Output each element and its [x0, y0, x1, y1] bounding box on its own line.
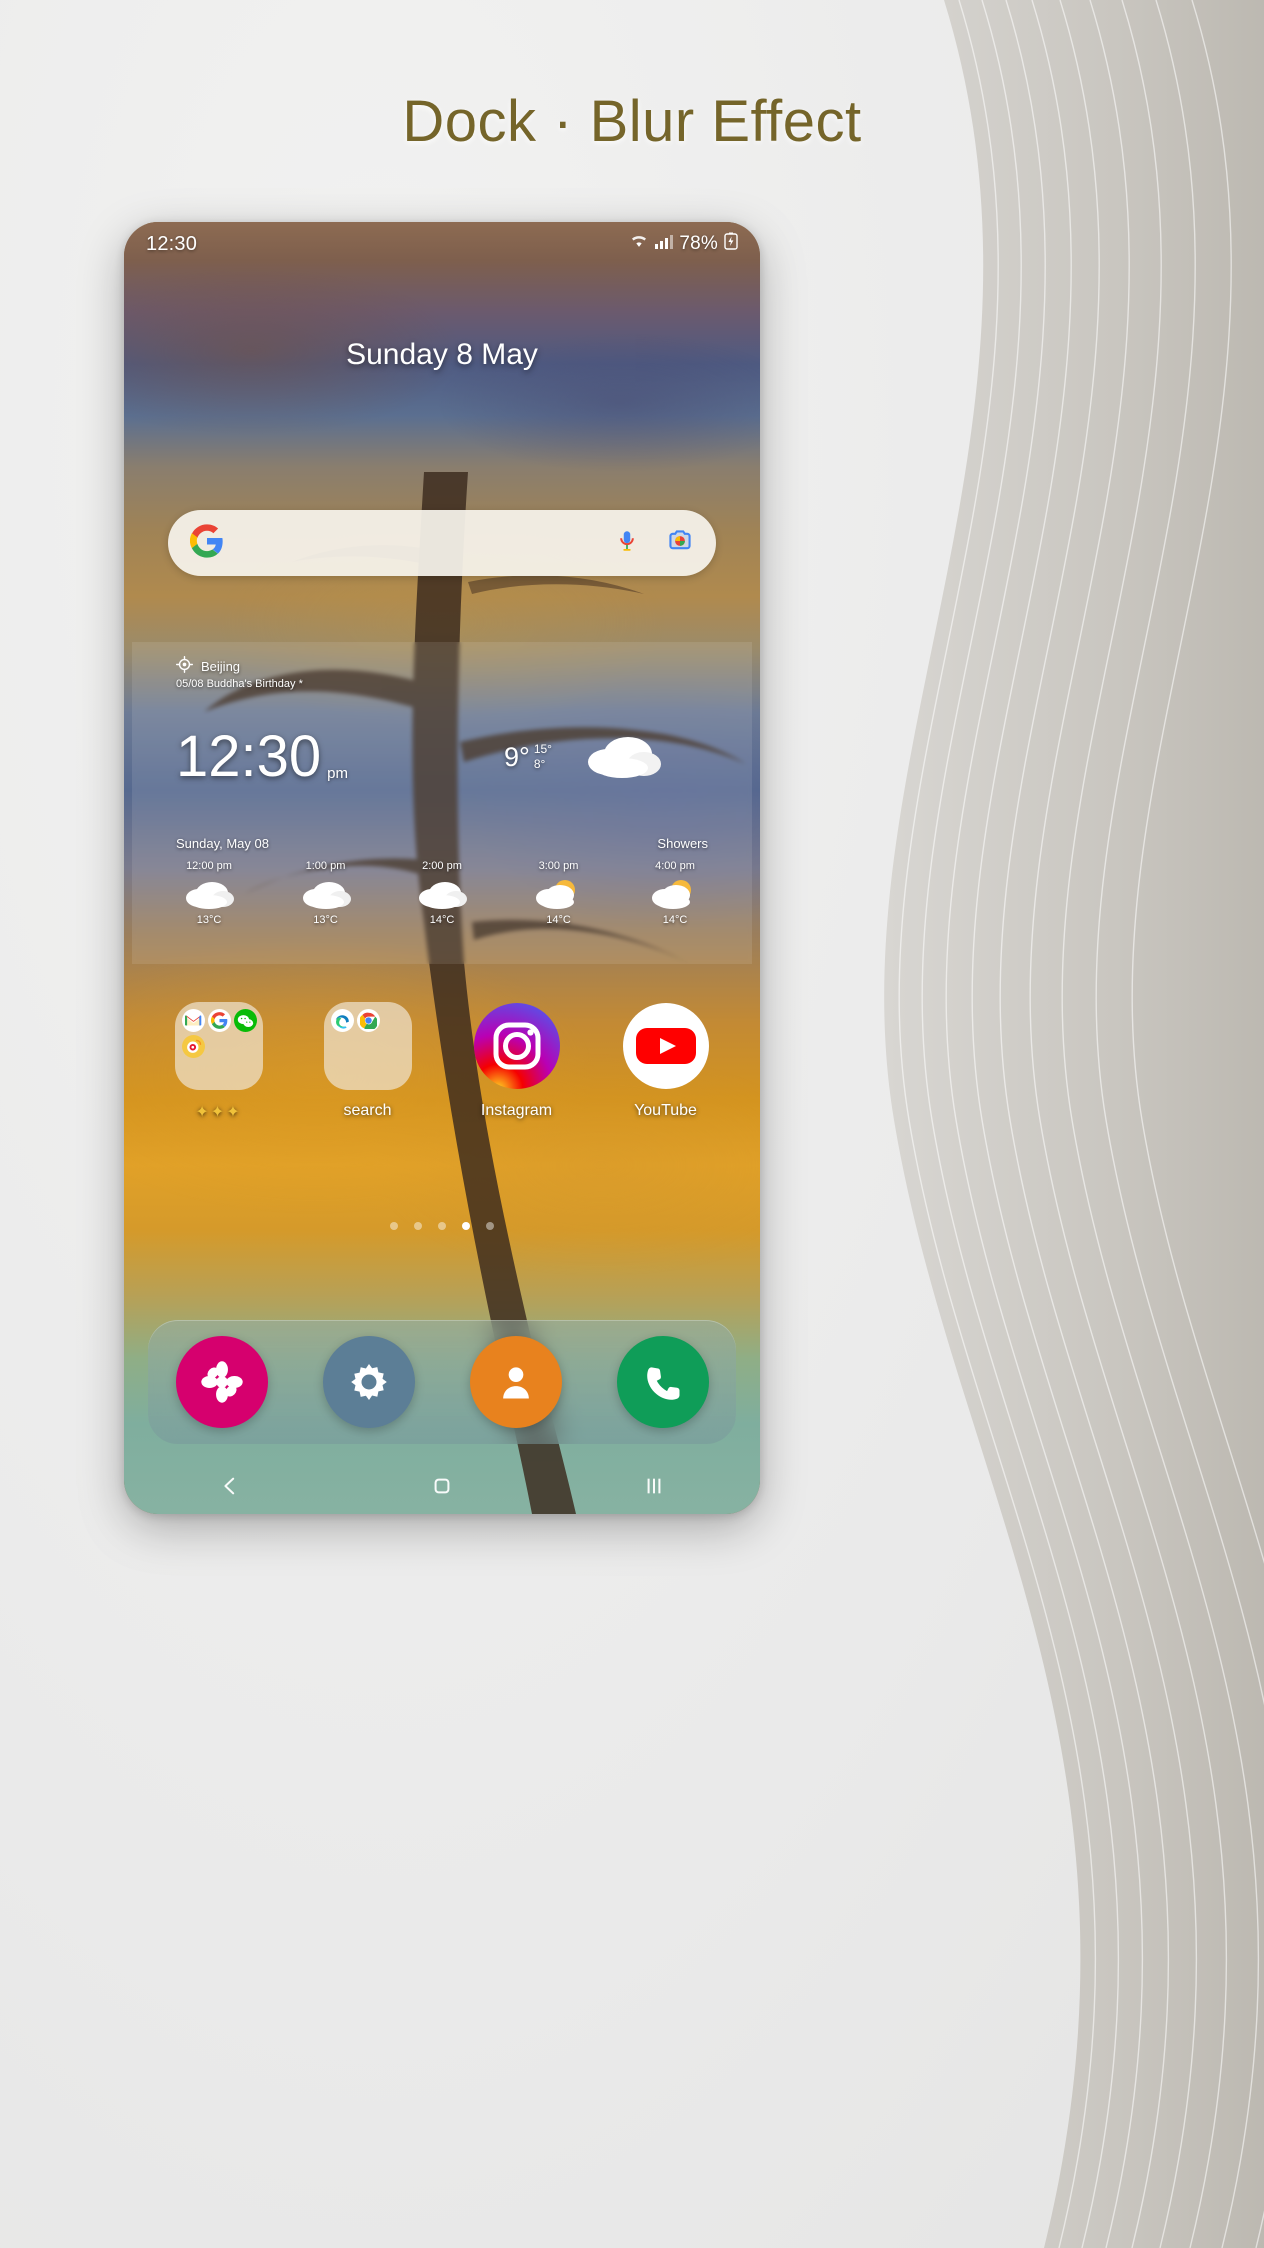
youtube-icon[interactable]: [622, 1002, 710, 1090]
hourly-item: 3:00 pm 14°C: [504, 860, 614, 926]
folder-preview[interactable]: [323, 1002, 412, 1090]
sun-cloud-icon: [504, 872, 614, 914]
hourly-temp: 14°C: [429, 914, 455, 926]
battery-percent-label: 78%: [679, 233, 718, 254]
widget-location-label: Beijing: [201, 658, 241, 674]
widget-subtitle: 05/08 Buddha's Birthday *: [176, 678, 303, 690]
decorative-swirl: [744, 0, 1264, 2248]
hourly-item: 1:00 pm 13°C: [271, 860, 381, 926]
page-dot[interactable]: [486, 1222, 494, 1230]
navigation-bar: [124, 1458, 760, 1514]
app-folder-search[interactable]: search: [300, 1002, 436, 1120]
hourly-time: 3:00 pm: [538, 860, 579, 872]
widget-current-temp: 9°: [504, 742, 530, 772]
weather-clock-widget[interactable]: Beijing 05/08 Buddha's Birthday * 12:30 …: [132, 642, 752, 964]
google-g-icon: [190, 523, 224, 563]
back-button[interactable]: [219, 1475, 241, 1497]
google-search-bar[interactable]: [168, 510, 716, 576]
hourly-time: 1:00 pm: [305, 860, 346, 872]
hourly-temp: 13°C: [196, 914, 222, 926]
hourly-temp: 14°C: [546, 914, 571, 926]
weibo-icon: [181, 1035, 205, 1058]
dock: [148, 1320, 736, 1444]
widget-clock-time: 12:30: [176, 724, 322, 789]
edge-icon: [330, 1009, 354, 1032]
widget-temperature: 9° 15° 8°: [504, 742, 552, 773]
page-title: Dock · Blur Effect: [402, 89, 862, 154]
cloud-icon: [271, 872, 381, 914]
gmail-icon: [181, 1009, 205, 1032]
hourly-item: 4:00 pm 14°C: [620, 860, 730, 926]
hourly-temp: 13°C: [313, 914, 338, 926]
wechat-icon: [233, 1009, 257, 1032]
hourly-time: 2:00 pm: [422, 860, 462, 872]
page-dot[interactable]: [390, 1222, 398, 1230]
google-icon: [207, 1009, 231, 1032]
hourly-forecast-row: 12:00 pm 13°C 1:00 pm 13°C 2:00 pm 14°C: [154, 860, 730, 926]
hourly-item: 2:00 pm 14°C: [387, 860, 497, 926]
chrome-icon: [356, 1009, 380, 1032]
app-label: ✦✦✦: [195, 1104, 242, 1121]
app-instagram[interactable]: Instagram: [449, 1002, 585, 1120]
widget-clock-ampm: pm: [327, 765, 348, 782]
hourly-item: 12:00 pm 13°C: [154, 860, 264, 926]
wifi-icon: [629, 233, 649, 255]
widget-temp-high: 15°: [533, 742, 552, 756]
widget-condition-label: Showers: [657, 836, 708, 851]
instagram-icon[interactable]: [473, 1002, 561, 1090]
folder-preview[interactable]: [174, 1002, 263, 1090]
recents-button[interactable]: [643, 1475, 665, 1497]
status-indicators: 78%: [629, 232, 738, 256]
page-dot[interactable]: [414, 1222, 422, 1230]
app-label: search: [343, 1102, 392, 1119]
search-input[interactable]: [224, 532, 614, 554]
microphone-icon[interactable]: [614, 528, 640, 559]
status-bar: 12:30 78%: [124, 222, 760, 266]
home-date-header: Sunday 8 May: [346, 338, 538, 371]
app-label: YouTube: [634, 1102, 697, 1119]
app-folder-favorites[interactable]: ✦✦✦: [151, 1002, 287, 1122]
widget-clock: 12:30 pm: [176, 728, 348, 786]
widget-location-row: Beijing: [176, 656, 240, 676]
contacts-person-icon[interactable]: [469, 1336, 562, 1428]
cloud-icon: [387, 872, 497, 914]
hourly-time: 4:00 pm: [655, 860, 695, 872]
hourly-time: 12:00 pm: [186, 860, 232, 872]
location-crosshair-icon: [176, 656, 193, 676]
gallery-flower-icon[interactable]: [175, 1336, 268, 1428]
page-dot[interactable]: [438, 1222, 446, 1230]
phone-mockup: 12:30 78% Sunday 8 May Beijing 05/08 Bud…: [124, 222, 760, 1514]
camera-lens-icon[interactable]: [666, 527, 694, 560]
page-indicator[interactable]: [124, 1222, 760, 1230]
app-grid: ✦✦✦ search Instagram YouTube: [144, 1002, 740, 1122]
signal-icon: [655, 233, 674, 255]
settings-gear-icon[interactable]: [322, 1336, 415, 1428]
status-time: 12:30: [146, 232, 198, 255]
battery-charging-icon: [724, 232, 738, 256]
home-button[interactable]: [431, 1475, 453, 1497]
hourly-temp: 14°C: [662, 914, 688, 926]
app-label: Instagram: [480, 1102, 553, 1119]
widget-day-label: Sunday, May 08: [176, 836, 269, 851]
sun-cloud-icon: [620, 872, 730, 914]
widget-temp-low: 8°: [533, 757, 546, 771]
app-youtube[interactable]: YouTube: [598, 1002, 734, 1120]
cloud-icon: [154, 872, 264, 914]
page-dot-active[interactable]: [462, 1222, 470, 1230]
phone-handset-icon[interactable]: [616, 1336, 709, 1428]
cloud-icon: [582, 724, 666, 785]
